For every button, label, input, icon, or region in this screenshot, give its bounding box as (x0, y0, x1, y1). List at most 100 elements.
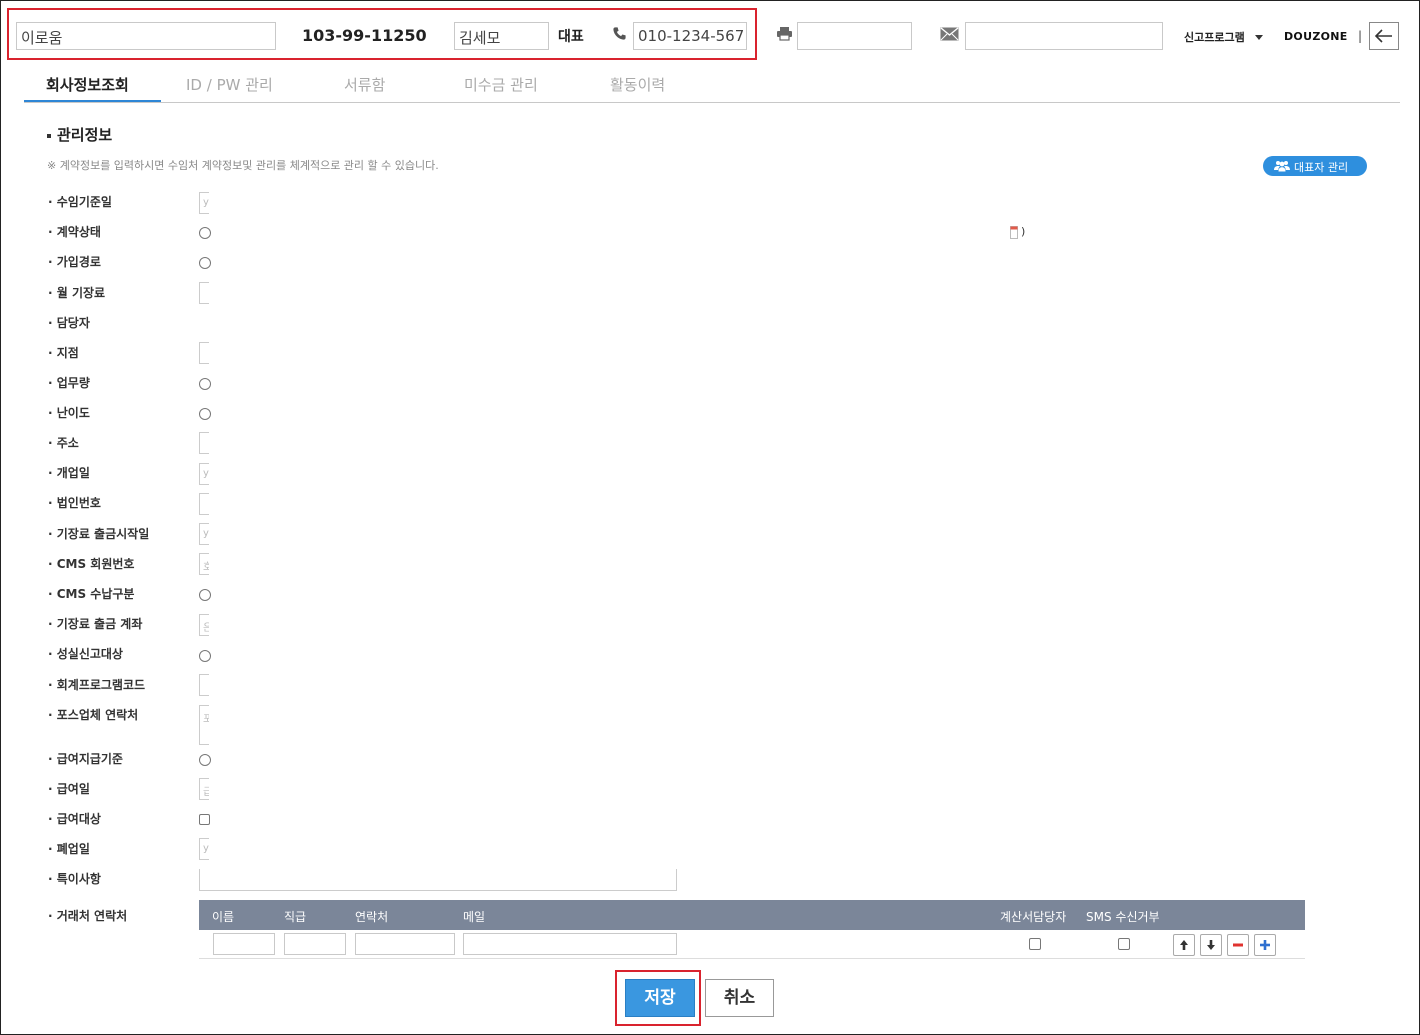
field-label-accounting-code: · 회계프로그램코드 (48, 678, 146, 692)
representative-manage-label: 대표자 관리 (1294, 161, 1349, 174)
field-label-branch: · 지점 (48, 346, 79, 360)
field-label-manager: · 담당자 (48, 316, 90, 330)
plus-icon (1260, 940, 1270, 950)
workload-radio[interactable] (199, 378, 211, 390)
opening-date-input[interactable]: y (199, 463, 209, 485)
tab-id-pw[interactable]: ID / PW 관리 (186, 74, 273, 95)
monthly-fee-input[interactable] (199, 282, 209, 304)
minus-icon (1233, 943, 1243, 947)
contact-mail-input[interactable] (463, 933, 677, 955)
cancel-button[interactable]: 취소 (705, 979, 774, 1017)
closure-date-input[interactable]: y (199, 838, 209, 860)
field-label-address: · 주소 (48, 436, 79, 450)
field-label-workload: · 업무량 (48, 376, 90, 390)
section-title-text: 관리정보 (57, 126, 113, 144)
tab-receivables[interactable]: 미수금 관리 (464, 74, 538, 95)
remove-row-button[interactable] (1227, 934, 1249, 956)
accounting-code-input[interactable] (199, 674, 209, 696)
difficulty-radio[interactable] (199, 408, 211, 420)
report-program-label: 신고프로그램 (1184, 31, 1245, 44)
active-tab-indicator (24, 100, 161, 102)
col-sms-reject: SMS 수신거부 (1086, 910, 1160, 924)
fee-withdraw-start-input[interactable]: y (199, 523, 209, 545)
arrow-up-icon (1180, 940, 1188, 950)
col-position: 직급 (284, 910, 307, 924)
save-button[interactable]: 저장 (625, 979, 695, 1017)
field-label-cms-payment-type: · CMS 수납구분 (48, 587, 135, 601)
sms-reject-checkbox[interactable] (1118, 938, 1130, 950)
field-label-corp-number: · 법인번호 (48, 496, 101, 510)
payday-input[interactable]: 급 (199, 778, 209, 800)
contact-phone-input[interactable] (355, 933, 455, 955)
mail-icon (940, 27, 959, 41)
field-label-contract-status: · 계약상태 (48, 225, 101, 239)
caret-down-icon (1254, 35, 1263, 40)
representative-manage-button[interactable]: 대표자 관리 (1263, 156, 1367, 176)
col-invoice-manager: 계산서담당자 (1000, 910, 1067, 924)
field-label-signup-channel: · 가입경로 (48, 255, 101, 269)
contact-position-input[interactable] (284, 933, 346, 955)
business-number: 103-99-11250 (302, 26, 427, 45)
contract-status-radio[interactable] (199, 227, 211, 239)
field-label-payday: · 급여일 (48, 782, 90, 796)
contract-base-date-input[interactable]: y (199, 192, 209, 214)
back-button[interactable] (1369, 22, 1399, 50)
fax-input[interactable] (797, 22, 912, 50)
field-label-client-contacts: · 거래처 연락처 (48, 909, 128, 923)
tab-bar: 회사정보조회 ID / PW 관리 서류함 미수금 관리 활동이력 (24, 70, 1400, 103)
arrow-left-icon (1374, 29, 1392, 43)
pos-contact-input[interactable]: 포 (199, 705, 209, 745)
invoice-manager-checkbox[interactable] (1029, 938, 1041, 950)
table-row-divider (199, 958, 1305, 959)
col-name: 이름 (212, 910, 235, 924)
col-mail: 메일 (463, 910, 486, 924)
contacts-table-header: 이름 직급 연락처 메일 계산서담당자 SMS 수신거부 (199, 900, 1305, 930)
cms-member-number-input[interactable]: 호 (199, 553, 209, 575)
field-label-diligent-report: · 성실신고대상 (48, 647, 123, 661)
field-label-fee-account: · 기장료 출금 계좌 (48, 617, 143, 631)
field-label-salary-basis: · 급여지급기준 (48, 752, 123, 766)
douzone-logo[interactable]: DOUZONE (1284, 30, 1348, 43)
section-note: ※ 계약정보를 입력하시면 수임처 계약정보및 관리를 체계적으로 관리 할 수… (47, 159, 439, 172)
branch-input[interactable] (199, 342, 209, 364)
col-contact: 연락처 (355, 910, 389, 924)
section-title: 관리정보 (47, 124, 112, 145)
field-label-remarks: · 특이사항 (48, 872, 101, 886)
salary-target-checkbox[interactable] (199, 814, 210, 825)
fee-account-input[interactable]: 은 (199, 614, 209, 636)
representative-name-input[interactable]: 김세모 (454, 22, 549, 50)
contract-paren: ) (1021, 225, 1026, 238)
remarks-textarea[interactable] (199, 869, 677, 891)
contact-name-input[interactable] (213, 933, 275, 955)
field-label-fee-withdraw-start: · 기장료 출금시작일 (48, 527, 150, 541)
phone-input[interactable]: 010-1234-567 (633, 22, 747, 50)
tab-documents[interactable]: 서류함 (344, 74, 385, 95)
corp-number-input[interactable] (199, 493, 209, 515)
field-label-closure-date: · 폐업일 (48, 842, 90, 856)
field-label-contract-base-date: · 수임기준일 (48, 195, 112, 209)
field-label-salary-target: · 급여대상 (48, 812, 101, 826)
company-name-input[interactable]: 이로움 (16, 22, 276, 50)
field-label-pos-contact: · 포스업체 연락처 (48, 708, 139, 722)
cms-payment-type-radio[interactable] (199, 589, 211, 601)
representative-label: 대표 (558, 29, 584, 45)
calendar-icon[interactable] (1010, 225, 1019, 240)
add-row-button[interactable] (1254, 934, 1276, 956)
header-divider: | (1358, 29, 1363, 43)
move-up-button[interactable] (1173, 934, 1195, 956)
field-label-cms-member-number: · CMS 회원번호 (48, 557, 135, 571)
tab-activity-log[interactable]: 활동이력 (610, 74, 665, 95)
email-input[interactable] (965, 22, 1163, 50)
tab-company-info[interactable]: 회사정보조회 (46, 74, 129, 95)
field-label-opening-date: · 개업일 (48, 466, 90, 480)
arrow-down-icon (1207, 940, 1215, 950)
users-icon (1274, 161, 1290, 172)
phone-icon (613, 27, 626, 40)
move-down-button[interactable] (1200, 934, 1222, 956)
address-input[interactable] (199, 432, 209, 454)
salary-basis-radio[interactable] (199, 754, 211, 766)
diligent-report-radio[interactable] (199, 650, 211, 662)
report-program-menu[interactable]: 신고프로그램 (1184, 29, 1263, 45)
printer-icon (777, 27, 792, 41)
signup-channel-radio[interactable] (199, 257, 211, 269)
